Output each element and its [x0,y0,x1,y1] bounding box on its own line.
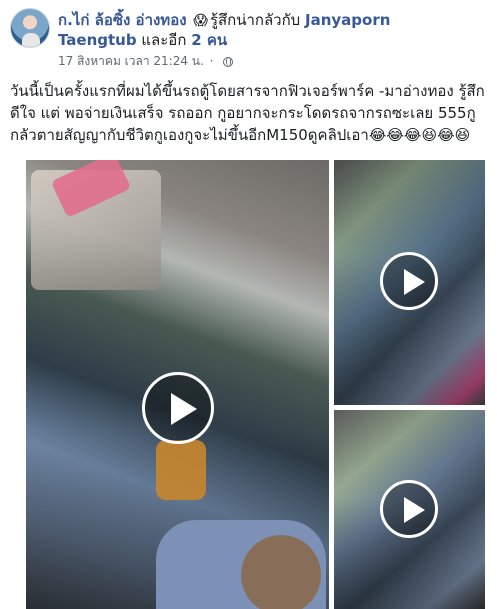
and-others-prefix: และอีก [141,31,187,49]
timestamp-link[interactable]: 17 สิงหาคม เวลา 21:24 น. [58,54,204,68]
bottle-graphic [156,440,206,500]
tagged-person-link-cont[interactable]: Taengtub [58,31,137,49]
feeling-text: รู้สึกน่ากลัวกับ [209,11,301,29]
video-thumbnail-main[interactable] [26,160,329,609]
play-triangle [171,393,197,425]
video-thumbnail-right-top[interactable] [334,160,485,405]
play-icon[interactable] [142,372,214,444]
video-thumbnail-right-bottom[interactable] [334,410,485,609]
post-meta: 17 สิงหาคม เวลา 21:24 น. · [58,53,234,69]
post-text: วันนี้เป็นครั้งแรกที่ผมได้ขึ้นรถตู้โดยสา… [10,82,485,144]
play-icon[interactable] [380,480,438,538]
media-grid [26,160,485,609]
play-triangle [404,269,425,295]
post-header-line1: ก.ไก่ ล้อซิ้ง อ่างทอง 😱 รู้สึกน่ากลัวกับ … [58,10,488,31]
and-others-link[interactable]: 2 คน [191,31,227,49]
tagged-person-link[interactable]: Janyaporn [305,11,390,29]
globe-icon[interactable] [223,57,234,67]
feeling-emoji-icon: 😱 [193,13,208,29]
play-icon[interactable] [380,252,438,310]
author-name[interactable]: ก.ไก่ ล้อซิ้ง อ่างทอง [58,11,187,29]
play-triangle [404,497,425,523]
separator-dot: · [209,54,214,68]
post-header-line2: Taengtub และอีก 2 คน [58,30,488,50]
avatar[interactable] [10,8,50,48]
post-header: ก.ไก่ ล้อซิ้ง อ่างทอง 😱 รู้สึกน่ากลัวกับ … [10,8,490,80]
person-head-graphic [241,535,321,609]
